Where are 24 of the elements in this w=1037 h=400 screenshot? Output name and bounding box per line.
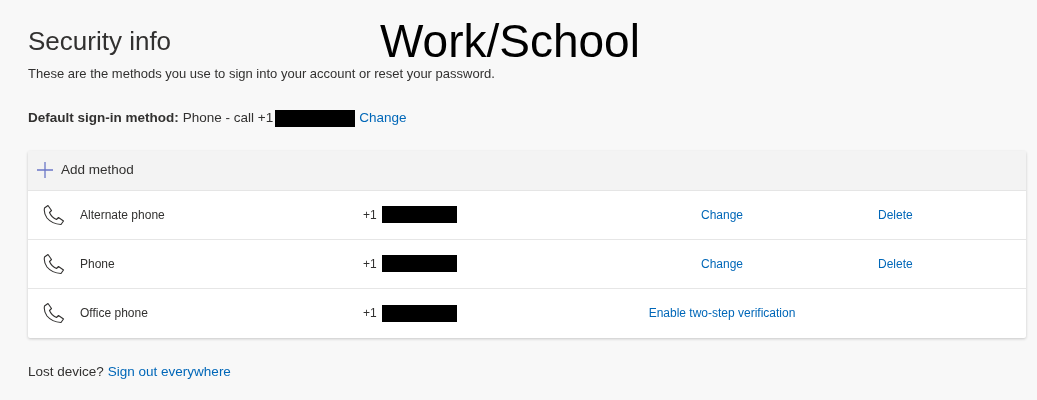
plus-icon	[37, 162, 53, 178]
phone-icon	[43, 302, 65, 324]
method-name: Office phone	[80, 306, 148, 320]
method-name: Alternate phone	[80, 207, 165, 222]
delete-link[interactable]: Delete	[878, 256, 913, 271]
phone-icon	[43, 252, 65, 275]
delete-link[interactable]: Delete	[878, 207, 913, 222]
sign-out-link[interactable]: Sign out everywhere	[107, 361, 231, 382]
action-link[interactable]: Change	[700, 205, 743, 224]
method-name: Phone	[80, 256, 115, 271]
add-method-button[interactable]: Add method	[28, 150, 1026, 191]
footer-text: Lost device?	[28, 362, 104, 381]
page-title: Security info	[28, 25, 172, 58]
change-link[interactable]: Change	[359, 108, 407, 129]
phone-icon	[43, 203, 65, 226]
phone-number: +1	[363, 255, 377, 273]
description: These are the methods you use to sign into your account or reset your password.	[28, 65, 495, 83]
phone-number: +1	[363, 305, 377, 322]
default-method-value: Phone - call +1	[182, 109, 274, 128]
action-link[interactable]: Enable two-step verification	[648, 304, 796, 322]
phone-number: +1	[363, 206, 377, 224]
action-link[interactable]: Change	[700, 254, 743, 273]
default-method-label: Default sign-in method:	[28, 109, 179, 128]
overlay-label: Work/School	[380, 18, 640, 64]
